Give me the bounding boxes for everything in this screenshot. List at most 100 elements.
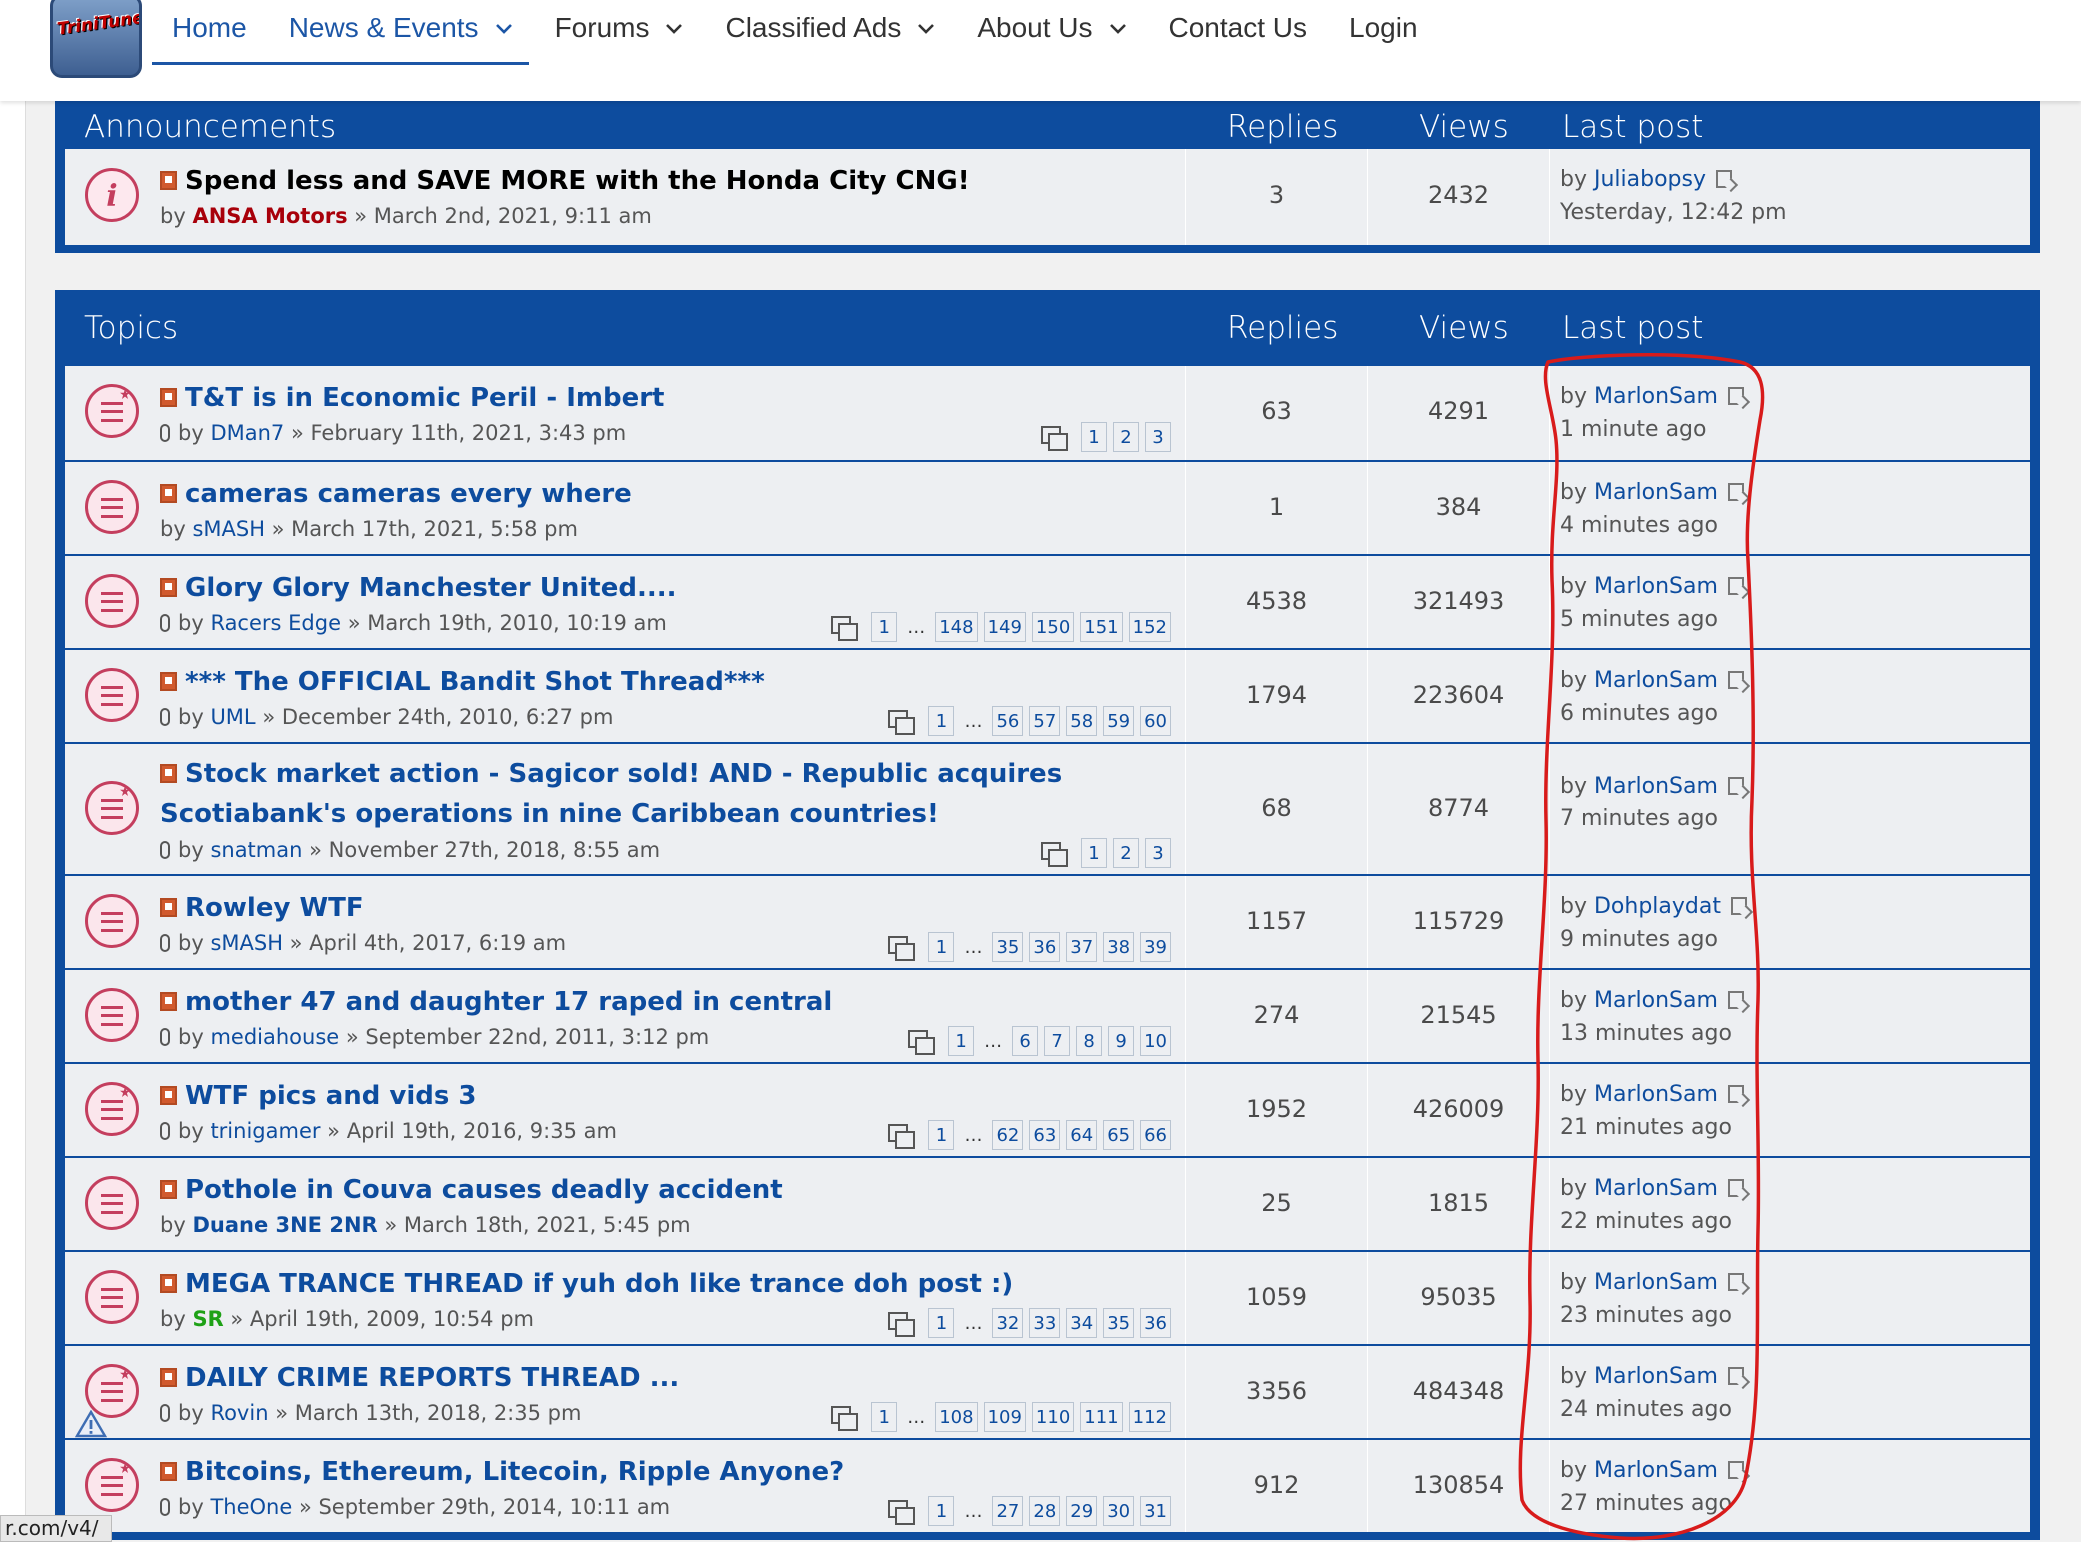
goto-last-post-icon[interactable] xyxy=(1727,1085,1744,1103)
new-post-icon[interactable] xyxy=(160,171,177,190)
new-post-icon[interactable] xyxy=(160,672,177,691)
topic-title[interactable]: WTF pics and vids 3 xyxy=(160,1076,1171,1116)
topic-author-link[interactable]: UML xyxy=(210,705,255,729)
last-post-author-link[interactable]: MarlonSam xyxy=(1594,480,1718,505)
page-link-111[interactable]: 111 xyxy=(1080,1402,1123,1432)
page-link-6[interactable]: 6 xyxy=(1012,1026,1039,1056)
page-link-1[interactable]: 1 xyxy=(928,706,955,736)
page-link-36[interactable]: 36 xyxy=(1029,932,1061,962)
page-link-8[interactable]: 8 xyxy=(1076,1026,1103,1056)
new-post-icon[interactable] xyxy=(160,898,177,917)
topic-title-link[interactable]: MEGA TRANCE THREAD if yuh doh like tranc… xyxy=(185,1269,1013,1299)
page-link-58[interactable]: 58 xyxy=(1066,706,1098,736)
page-link-2[interactable]: 2 xyxy=(1113,422,1139,452)
goto-last-post-icon[interactable] xyxy=(1730,897,1747,915)
site-logo[interactable]: TriniTuner.com xyxy=(50,0,142,78)
topic-title[interactable]: Pothole in Couva causes deadly accident xyxy=(160,1170,1171,1210)
page-link-150[interactable]: 150 xyxy=(1031,612,1075,642)
page-link-62[interactable]: 62 xyxy=(992,1120,1024,1150)
new-post-icon[interactable] xyxy=(160,484,177,503)
topic-title-link[interactable]: Pothole in Couva causes deadly accident xyxy=(185,1175,783,1205)
topic-title-link[interactable]: mother 47 and daughter 17 raped in centr… xyxy=(185,987,832,1017)
last-post-author-link[interactable]: MarlonSam xyxy=(1594,1270,1718,1295)
page-link-65[interactable]: 65 xyxy=(1103,1120,1135,1150)
page-link-9[interactable]: 9 xyxy=(1108,1026,1135,1056)
topic-author-link[interactable]: snatman xyxy=(210,838,302,862)
last-post-author-link[interactable]: MarlonSam xyxy=(1594,574,1718,599)
page-link-149[interactable]: 149 xyxy=(983,612,1026,642)
topic-title[interactable]: MEGA TRANCE THREAD if yuh doh like tranc… xyxy=(160,1264,1171,1304)
goto-last-post-icon[interactable] xyxy=(1727,1367,1744,1385)
topic-title-link[interactable]: Glory Glory Manchester United.... xyxy=(185,573,677,603)
new-post-icon[interactable] xyxy=(160,1462,177,1481)
topic-author-link[interactable]: SR xyxy=(192,1307,223,1331)
topic-title[interactable]: Glory Glory Manchester United.... xyxy=(160,568,1171,608)
topic-title[interactable]: Spend less and SAVE MORE with the Honda … xyxy=(160,161,1171,201)
topic-title-link[interactable]: Stock market action - Sagicor sold! AND … xyxy=(160,759,1062,829)
topic-title-link[interactable]: *** The OFFICIAL Bandit Shot Thread*** xyxy=(185,667,765,697)
goto-last-post-icon[interactable] xyxy=(1727,387,1744,405)
page-link-66[interactable]: 66 xyxy=(1140,1120,1171,1150)
nav-item-forums[interactable]: Forums xyxy=(535,0,706,56)
new-post-icon[interactable] xyxy=(160,764,177,783)
page-link-1[interactable]: 1 xyxy=(871,612,898,642)
page-link-28[interactable]: 28 xyxy=(1029,1496,1061,1526)
nav-item-news-events[interactable]: News & Events xyxy=(269,0,535,56)
goto-last-post-icon[interactable] xyxy=(1727,991,1744,1009)
last-post-author-link[interactable]: Juliabopsy xyxy=(1594,167,1706,192)
page-link-1[interactable]: 1 xyxy=(1081,838,1107,868)
page-link-3[interactable]: 3 xyxy=(1145,422,1171,452)
page-link-39[interactable]: 39 xyxy=(1140,932,1171,962)
page-link-64[interactable]: 64 xyxy=(1066,1120,1098,1150)
nav-item-about-us[interactable]: About Us xyxy=(957,0,1148,56)
topic-author-link[interactable]: sMASH xyxy=(210,931,283,955)
last-post-author-link[interactable]: MarlonSam xyxy=(1594,1082,1718,1107)
page-link-152[interactable]: 152 xyxy=(1128,612,1171,642)
page-link-59[interactable]: 59 xyxy=(1103,706,1135,736)
page-link-1[interactable]: 1 xyxy=(928,1496,955,1526)
last-post-author-link[interactable]: MarlonSam xyxy=(1594,668,1718,693)
page-link-31[interactable]: 31 xyxy=(1140,1496,1171,1526)
topic-title-link[interactable]: Rowley WTF xyxy=(185,893,364,923)
new-post-icon[interactable] xyxy=(160,1086,177,1105)
goto-last-post-icon[interactable] xyxy=(1727,1179,1744,1197)
new-post-icon[interactable] xyxy=(160,1368,177,1387)
topic-title[interactable]: *** The OFFICIAL Bandit Shot Thread*** xyxy=(160,662,1171,702)
topic-title-link[interactable]: Spend less and SAVE MORE with the Honda … xyxy=(185,166,970,196)
topic-author-link[interactable]: DMan7 xyxy=(210,421,284,445)
page-link-35[interactable]: 35 xyxy=(1103,1308,1135,1338)
nav-item-login[interactable]: Login xyxy=(1329,0,1440,56)
page-link-1[interactable]: 1 xyxy=(871,1402,898,1432)
new-post-icon[interactable] xyxy=(160,578,177,597)
goto-last-post-icon[interactable] xyxy=(1727,1273,1744,1291)
new-post-icon[interactable] xyxy=(160,1274,177,1293)
new-post-icon[interactable] xyxy=(160,388,177,407)
nav-item-home[interactable]: Home xyxy=(152,0,269,56)
goto-last-post-icon[interactable] xyxy=(1727,671,1744,689)
topic-author-link[interactable]: mediahouse xyxy=(210,1025,339,1049)
topic-title-link[interactable]: cameras cameras every where xyxy=(185,479,632,509)
goto-last-post-icon[interactable] xyxy=(1727,483,1744,501)
page-link-7[interactable]: 7 xyxy=(1044,1026,1071,1056)
page-link-109[interactable]: 109 xyxy=(983,1402,1026,1432)
page-link-1[interactable]: 1 xyxy=(928,1308,955,1338)
topic-title[interactable]: mother 47 and daughter 17 raped in centr… xyxy=(160,982,1171,1022)
goto-last-post-icon[interactable] xyxy=(1716,170,1732,188)
topic-author-link[interactable]: ANSA Motors xyxy=(192,204,347,228)
page-link-57[interactable]: 57 xyxy=(1029,706,1061,736)
topic-author-link[interactable]: Rovin xyxy=(210,1401,268,1425)
page-link-1[interactable]: 1 xyxy=(1081,422,1107,452)
topic-title[interactable]: Stock market action - Sagicor sold! AND … xyxy=(160,754,1171,834)
page-link-3[interactable]: 3 xyxy=(1145,838,1171,868)
page-link-56[interactable]: 56 xyxy=(992,706,1024,736)
topic-title[interactable]: T&T is in Economic Peril - Imbert xyxy=(160,378,1171,418)
page-link-33[interactable]: 33 xyxy=(1029,1308,1061,1338)
goto-last-post-icon[interactable] xyxy=(1727,1461,1744,1479)
topic-author-link[interactable]: TheOne xyxy=(210,1495,292,1519)
page-link-1[interactable]: 1 xyxy=(928,1120,955,1150)
page-link-2[interactable]: 2 xyxy=(1113,838,1139,868)
topic-author-link[interactable]: trinigamer xyxy=(210,1119,320,1143)
nav-item-classified-ads[interactable]: Classified Ads xyxy=(705,0,957,56)
last-post-author-link[interactable]: MarlonSam xyxy=(1594,988,1718,1013)
page-link-34[interactable]: 34 xyxy=(1066,1308,1098,1338)
